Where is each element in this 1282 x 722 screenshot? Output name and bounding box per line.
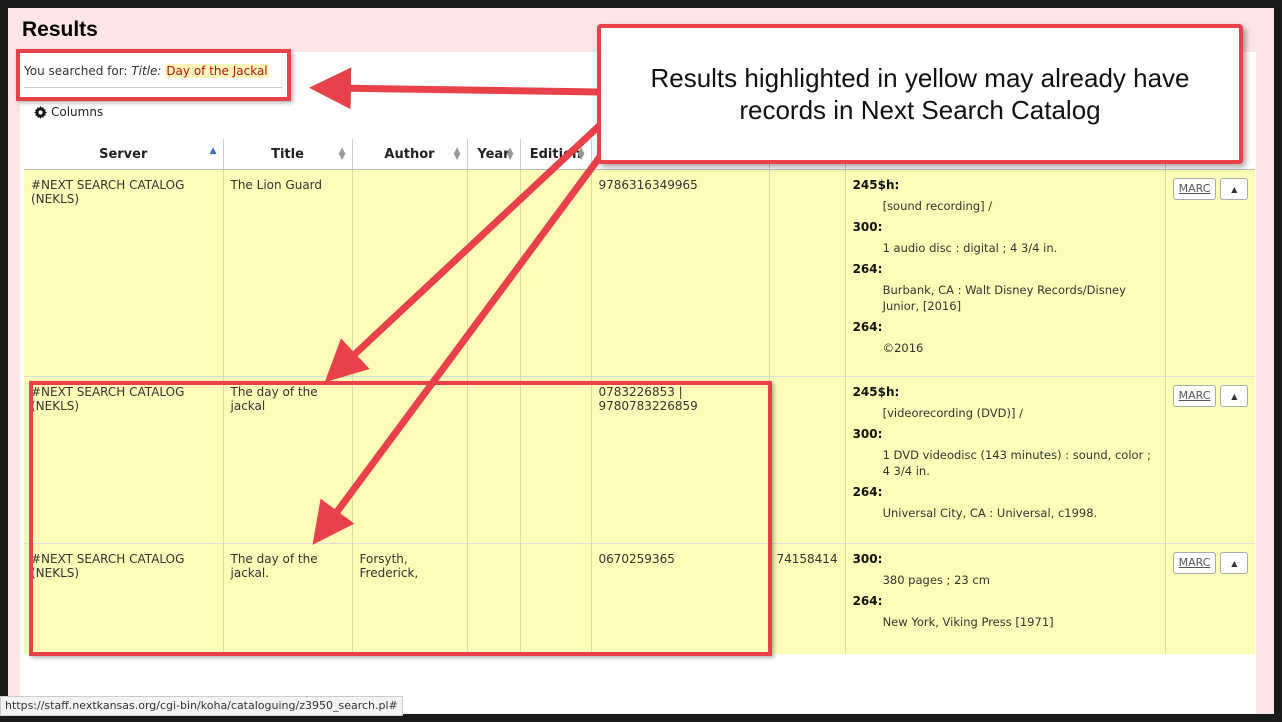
cell-marc-details: 245$h: [videorecording (DVD)] / 300: 1 D… [844, 376, 1166, 544]
cell-server: #NEXT SEARCH CATALOG (NEKLS) [24, 169, 223, 377]
columns-label: Columns [51, 105, 104, 119]
cell-year [466, 169, 520, 377]
col-header-title[interactable]: Title ▲ ▼ [222, 139, 352, 170]
marc-tag: 264: [852, 320, 883, 334]
cell-actions: MARC ▲ [1164, 169, 1256, 377]
status-bar-url: https://staff.nextkansas.org/cgi-bin/koh… [0, 696, 403, 716]
dropdown-toggle-icon[interactable]: ▲ [1220, 552, 1249, 574]
marc-value: New York, Viking Press [1971] [882, 615, 1054, 629]
marc-tag: 245$h: [852, 385, 900, 399]
marc-tag: 300: [852, 552, 883, 566]
marc-value: ©2016 [882, 341, 924, 355]
page-title: Results [22, 18, 98, 41]
sort-icon: ▲ ▼ [577, 146, 585, 162]
dropdown-toggle-icon[interactable]: ▲ [1220, 178, 1249, 200]
columns-button[interactable]: Columns [34, 105, 103, 119]
col-header-year[interactable]: Year ▲ ▼ [466, 139, 520, 170]
sort-asc-icon: ▲ [209, 146, 217, 156]
cell-actions: MARC ▲ [1164, 543, 1256, 654]
cell-lccn [768, 169, 846, 377]
marc-tag: 245$h: [852, 178, 900, 192]
marc-tag: 264: [852, 262, 883, 276]
marc-tag: 264: [852, 594, 883, 608]
cell-edition [519, 169, 591, 377]
marc-tag: 264: [852, 485, 883, 499]
table-row: #NEXT SEARCH CATALOG (NEKLS) The Lion Gu… [24, 169, 1256, 377]
dropdown-toggle-icon[interactable]: ▲ [1220, 385, 1249, 407]
cell-actions: MARC ▲ [1164, 376, 1256, 544]
sort-icon: ▲ ▼ [338, 146, 346, 162]
marc-value: 1 DVD videodisc (143 minutes) : sound, c… [882, 448, 1151, 478]
marc-button[interactable]: MARC [1172, 552, 1217, 574]
gear-icon [34, 105, 47, 119]
cell-marc-details: 245$h: [sound recording] / 300: 1 audio … [844, 169, 1166, 377]
search-highlight-box [16, 49, 291, 101]
cell-lccn: 74158414 [768, 543, 846, 654]
cell-lccn [768, 376, 846, 544]
marc-value: [videorecording (DVD)] / [882, 406, 1024, 420]
col-header-server[interactable]: Server ▲ [24, 139, 223, 170]
col-header-edition[interactable]: Edition ▲ ▼ [519, 139, 591, 170]
marc-value: 380 pages ; 23 cm [882, 573, 990, 587]
marc-value: [sound recording] / [882, 199, 993, 213]
marc-tag: 300: [852, 427, 883, 441]
cell-isbn: 9786316349965 [590, 169, 769, 377]
marc-value: Universal City, CA : Universal, c1998. [882, 506, 1098, 520]
sort-icon: ▲ ▼ [506, 146, 514, 162]
cell-marc-details: 300: 380 pages ; 23 cm 264: New York, Vi… [844, 543, 1166, 654]
marc-tag: 300: [852, 220, 883, 234]
cell-author [351, 169, 467, 377]
annotation-callout: Results highlighted in yellow may alread… [597, 24, 1243, 164]
cell-title: The Lion Guard [222, 169, 352, 377]
results-highlight-box [29, 381, 772, 656]
marc-value: Burbank, CA : Walt Disney Records/Disney… [882, 283, 1126, 313]
sort-icon: ▲ ▼ [453, 146, 461, 162]
marc-button[interactable]: MARC [1172, 178, 1217, 200]
marc-button[interactable]: MARC [1172, 385, 1217, 407]
marc-value: 1 audio disc : digital ; 4 3/4 in. [882, 241, 1058, 255]
col-header-author[interactable]: Author ▲ ▼ [351, 139, 467, 170]
